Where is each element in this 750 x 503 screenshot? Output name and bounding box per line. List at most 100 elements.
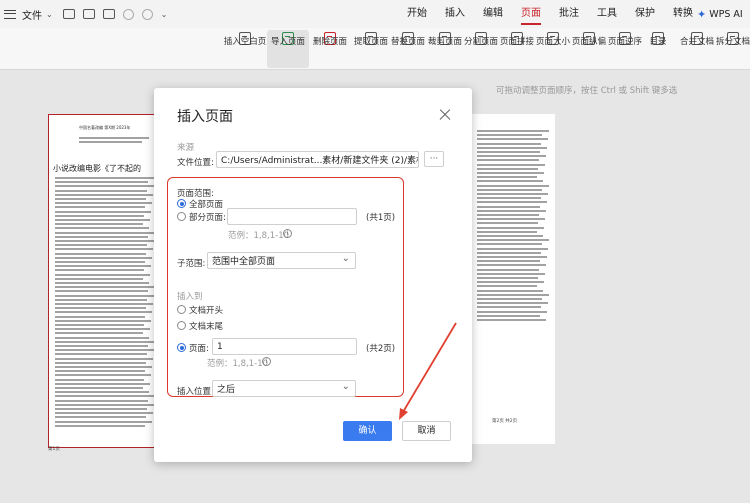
- reverse-pages-button[interactable]: 页面逆序: [608, 30, 642, 68]
- radio-partial-pages[interactable]: [177, 212, 186, 221]
- text-line: [55, 265, 151, 268]
- text-line: [55, 298, 147, 301]
- menu-icon[interactable]: [4, 9, 16, 19]
- text-line: [477, 134, 542, 137]
- partial-example: 范例：1,8,1-10: [228, 231, 290, 241]
- text-line: [55, 366, 152, 368]
- save-icon[interactable]: [82, 9, 95, 19]
- wps-ai-button[interactable]: ✦ WPS AI: [697, 0, 743, 28]
- page-thumbnail-1[interactable]: 中国名著改编 第X期 2023年 小说改编电影《了不起的: [48, 114, 158, 448]
- tab-comment[interactable]: 批注: [559, 0, 579, 28]
- text-line: [55, 303, 153, 305]
- text-line: [477, 205, 540, 208]
- crop-page-button[interactable]: 裁剪页面: [428, 30, 462, 68]
- extract-page-button[interactable]: 提取页面: [354, 30, 388, 68]
- delete-page-button[interactable]: 删除页面: [312, 30, 348, 68]
- text-line: [477, 130, 549, 132]
- text-line: [55, 214, 144, 217]
- merge-pages-button[interactable]: 页面拼接: [500, 30, 534, 68]
- insert-position-select[interactable]: 之后: [212, 380, 356, 397]
- subrange-select[interactable]: 范围中全部页面: [207, 252, 356, 269]
- page-offset-label: 页面纵偏: [572, 37, 607, 47]
- tab-edit[interactable]: 编辑: [483, 0, 503, 28]
- text-line: [55, 345, 148, 347]
- chevron-down-icon[interactable]: ⌄: [161, 10, 168, 19]
- redo-icon[interactable]: [141, 8, 153, 20]
- text-line: [477, 146, 547, 149]
- text-line: [477, 247, 548, 250]
- text-line: [55, 424, 145, 427]
- text-line: [477, 176, 537, 179]
- confirm-button[interactable]: 确认: [343, 421, 392, 441]
- text-line: [55, 282, 149, 284]
- text-line: [55, 227, 149, 230]
- chevron-down-icon[interactable]: ⌄: [46, 10, 53, 19]
- info-icon[interactable]: i: [262, 357, 271, 366]
- text-line: [55, 412, 153, 415]
- text-line: [55, 261, 145, 263]
- tab-tools[interactable]: 工具: [597, 0, 617, 28]
- text-line: [55, 319, 151, 322]
- subrange-label: 子范围:: [177, 259, 206, 269]
- print-icon[interactable]: [102, 9, 115, 19]
- text-line: [55, 202, 152, 205]
- text-line: [477, 151, 540, 153]
- partial-pages-input[interactable]: [227, 208, 357, 225]
- text-line: [79, 137, 149, 139]
- text-line: [55, 244, 147, 247]
- text-line: [55, 399, 148, 402]
- tab-protect[interactable]: 保护: [635, 0, 655, 28]
- text-line: [55, 290, 148, 293]
- insert-blank-page-label: 插入空白页: [223, 37, 267, 47]
- text-line: [477, 272, 545, 275]
- tab-insert[interactable]: 插入: [445, 0, 465, 28]
- text-line: [55, 198, 146, 200]
- merge-docs-button[interactable]: 合并文档: [680, 30, 714, 68]
- split-doc-label: 拆分文档: [716, 37, 750, 47]
- replace-page-button[interactable]: 替换页面: [391, 30, 425, 68]
- text-line: [55, 361, 146, 364]
- split-page-label: 分割页面: [464, 37, 499, 47]
- tab-start[interactable]: 开始: [407, 0, 427, 28]
- page-offset-button[interactable]: 页面纵偏: [572, 30, 606, 68]
- cancel-button[interactable]: 取消: [402, 421, 451, 441]
- text-line: [55, 382, 150, 385]
- file-menu[interactable]: 文件: [22, 7, 42, 22]
- text-line: [55, 206, 145, 209]
- radio-page[interactable]: [177, 343, 186, 352]
- undo-icon[interactable]: [122, 8, 134, 20]
- file-path-field[interactable]: C:/Users/Administrat...素材/新建文件夹 (2)/素材1.…: [216, 151, 419, 168]
- page-header-text: 中国名著改编 第X期 2023年: [79, 125, 131, 130]
- text-line: [477, 306, 541, 309]
- text-line: [477, 289, 543, 292]
- radio-all-pages[interactable]: [177, 199, 186, 208]
- radio-doc-end[interactable]: [177, 321, 186, 330]
- text-line: [477, 142, 541, 145]
- text-line: [477, 193, 548, 195]
- page-size-button[interactable]: 页面大小: [536, 30, 570, 68]
- open-folder-icon[interactable]: [62, 9, 75, 19]
- ai-spark-icon: ✦: [697, 7, 707, 21]
- radio-doc-start[interactable]: [177, 305, 186, 314]
- import-page-button[interactable]: 导入页面: [267, 30, 309, 68]
- tab-page[interactable]: 页面: [521, 0, 541, 28]
- text-line: [55, 315, 145, 318]
- text-line: [477, 172, 544, 174]
- text-line: [477, 214, 539, 216]
- close-icon[interactable]: [438, 108, 452, 122]
- ribbon-toolbar: 插入空白页 导入页面 删除页面 提取页面 替换页面 裁剪页面 分割页面 页面拼接…: [0, 28, 750, 70]
- text-line: [55, 408, 147, 410]
- text-line: [55, 420, 152, 423]
- page-number-input[interactable]: 1: [212, 338, 357, 355]
- browse-button[interactable]: ···: [424, 151, 444, 167]
- insert-blank-page-button[interactable]: 插入空白页: [223, 30, 267, 68]
- text-line: [55, 349, 154, 352]
- tab-convert[interactable]: 转换: [673, 0, 693, 28]
- text-line: [55, 177, 155, 179]
- split-doc-button[interactable]: 拆分文档: [716, 30, 750, 68]
- toc-button[interactable]: 目录: [644, 30, 672, 68]
- text-line: [477, 235, 543, 237]
- info-icon[interactable]: i: [283, 229, 292, 238]
- ribbon-tabs: 开始 插入 编辑 页面 批注 工具 保护 转换: [398, 0, 702, 28]
- split-page-button[interactable]: 分割页面: [464, 30, 498, 68]
